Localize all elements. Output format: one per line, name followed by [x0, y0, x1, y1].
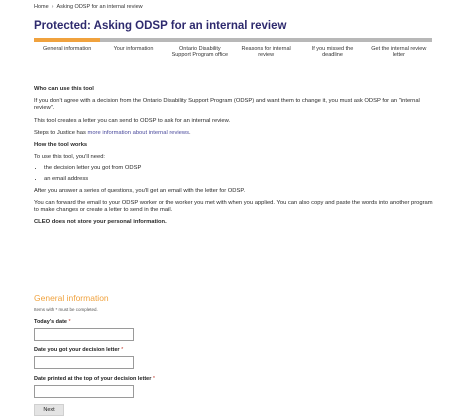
decision-letter-received-label-text: Date you got your decision letter	[34, 347, 120, 353]
step-odsp-office[interactable]: Ontario Disability Support Program offic…	[167, 46, 233, 58]
section-title: General information	[34, 293, 109, 303]
internal-reviews-info-link[interactable]: more information about internal reviews	[88, 130, 190, 136]
intro-paragraph-3: Steps to Justice has more information ab…	[34, 130, 434, 137]
required-marker: *	[68, 319, 71, 325]
next-button[interactable]: Next	[34, 404, 64, 416]
required-note: Items with * must be completed.	[34, 307, 98, 312]
step-get-letter[interactable]: Get the internal review letter	[366, 46, 432, 58]
decision-letter-printed-date-label: Date printed at the top of your decision…	[34, 376, 155, 382]
intro-paragraph-3-prefix: Steps to Justice has	[34, 129, 88, 136]
breadcrumb-home-link[interactable]: Home	[34, 4, 49, 10]
todays-date-label: Today's date *	[34, 319, 71, 325]
step-missed-deadline[interactable]: If you missed the deadline	[299, 46, 365, 58]
breadcrumb: Home › Asking ODSP for an internal revie…	[34, 4, 143, 10]
list-item: an email address	[44, 176, 434, 183]
intro-paragraph-4: To use this tool, you'll need:	[34, 154, 106, 161]
step-reasons-for-review[interactable]: Reasons for internal review	[233, 46, 299, 58]
intro-content: Who can use this tool If you don't agree…	[34, 86, 434, 227]
decision-letter-printed-date-input[interactable]	[34, 385, 134, 398]
breadcrumb-separator: ›	[51, 4, 54, 10]
decision-letter-received-label: Date you got your decision letter *	[34, 347, 123, 353]
intro-paragraph-2: This tool creates a letter you can send …	[34, 117, 231, 124]
breadcrumb-current: Asking ODSP for an internal review	[56, 4, 143, 10]
intro-paragraph-5: After you answer a series of questions, …	[34, 187, 246, 194]
intro-paragraph-6: You can forward the email to your ODSP w…	[34, 200, 433, 214]
step-your-information[interactable]: Your information	[100, 46, 166, 58]
who-can-use-heading: Who can use this tool	[34, 86, 94, 92]
privacy-statement: CLEO does not store your personal inform…	[34, 219, 167, 226]
progress-bar-fill	[34, 38, 101, 42]
page-title: Protected: Asking ODSP for an internal r…	[34, 20, 287, 32]
step-list: General information Your information Ont…	[34, 46, 432, 58]
required-marker: *	[121, 347, 124, 353]
decision-letter-received-input[interactable]	[34, 356, 134, 369]
how-tool-works-heading: How the tool works	[34, 142, 88, 149]
list-item: the decision letter you got from ODSP	[44, 165, 434, 172]
progress-bar	[34, 38, 432, 42]
intro-paragraph-1: If you don't agree with a decision from …	[34, 98, 420, 112]
required-marker: *	[152, 376, 156, 382]
needs-list: the decision letter you got from ODSP an…	[34, 165, 434, 182]
todays-date-label-text: Today's date	[34, 319, 67, 325]
decision-letter-printed-date-label-text: Date printed at the top of your decision…	[34, 376, 152, 382]
step-general-information[interactable]: General information	[34, 46, 100, 58]
intro-paragraph-3-suffix: .	[189, 129, 191, 136]
todays-date-input[interactable]	[34, 328, 134, 341]
